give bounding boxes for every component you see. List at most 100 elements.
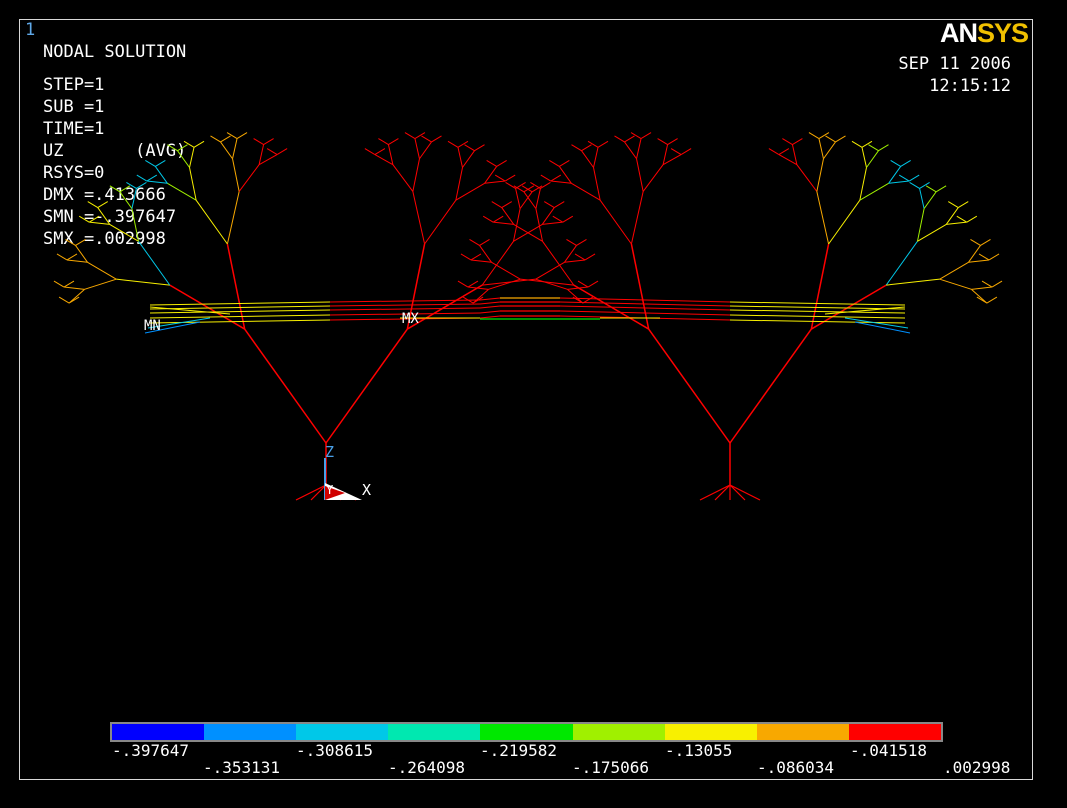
structure-member [729,319,906,324]
structure-member [177,150,190,168]
structure-member [662,154,682,166]
structure-member [642,164,664,192]
structure-member [84,278,117,290]
structure-member [484,166,498,184]
structure-member [851,140,863,148]
structure-member [564,259,586,263]
tree-structure [53,132,1003,501]
structure-member [571,182,601,201]
structure-member [946,221,967,225]
structure-member [387,144,394,165]
structure-member [859,182,889,201]
structure-member [558,166,572,184]
structure-member [189,167,197,201]
structure-member [729,305,906,310]
structure-member [119,191,133,209]
structure-member [263,138,274,145]
structure-member [88,215,100,223]
structure-member [329,307,481,311]
structure-member [564,245,577,263]
structure-member [501,207,515,225]
legend-swatch [296,724,389,740]
structure-member [68,288,85,304]
structure-member [980,239,991,246]
structure-member [835,135,846,143]
structure-member [470,259,492,263]
structure-member [567,288,584,304]
structure-member [581,150,594,168]
structure-member [574,253,586,261]
structure-member [825,135,836,143]
structure-member [916,208,925,242]
structure-member [58,296,70,304]
structure-member [75,239,86,246]
structure-member [968,259,990,263]
structure-member [253,138,264,145]
structure-member [729,314,906,319]
structure-member [87,261,117,280]
structure-member [167,144,178,152]
y-axis-label: Y [326,483,334,497]
structure-member [374,154,394,166]
structure-member [154,166,168,184]
structure-member [491,261,521,280]
legend-label: -.041518 [850,741,928,760]
structure-member [768,148,780,156]
structure-member [89,221,110,225]
structure-member [597,140,609,148]
structure-member [729,309,906,314]
structure-member [479,315,501,319]
structure-member [464,144,475,152]
structure-member [469,239,480,246]
structure-member [593,167,601,201]
structure-member [226,191,240,245]
structure-member [364,148,376,156]
structure-member [939,261,969,280]
structure-member [571,144,582,152]
structure-member [792,138,803,145]
structure-member [587,280,599,288]
structure-member [945,207,959,225]
structure-member [991,280,1003,288]
structure-member [593,147,599,168]
legend-label: -.353131 [203,758,281,777]
min-marker: MN [144,318,161,334]
structure-member [501,201,512,209]
structure-member [729,484,761,501]
structure-member [220,141,233,160]
structure-member [657,138,668,145]
structure-member [823,141,836,160]
structure-member [540,174,552,182]
structure-member [948,201,959,209]
structure-member [808,132,820,140]
structure-member [97,207,111,225]
structure-member [791,144,798,165]
max-marker: MX [402,311,419,327]
contour-legend-bar [110,722,943,742]
structure-member [493,221,514,225]
structure-member [149,309,331,314]
structure-member [455,182,485,201]
structure-member [421,135,432,143]
legend-swatch [480,724,573,740]
legend-label: .002998 [943,758,1011,777]
structure-member [136,181,147,189]
structure-member [554,201,565,209]
legend-label: -.13055 [665,741,733,760]
structure-member [457,147,463,168]
structure-member [472,288,489,304]
structure-member [481,241,514,286]
structure-member [670,148,682,156]
structure-member [138,241,171,286]
structure-member [581,144,592,152]
structure-member [149,319,331,324]
legend-label: -.086034 [757,758,835,777]
structure-member [97,201,108,209]
structure-member [232,158,240,192]
structure-member [566,239,577,246]
structure-member [462,150,475,168]
structure-member [392,164,414,192]
structure-member [220,135,231,143]
structure-member [109,185,121,193]
structure-member [329,299,481,303]
